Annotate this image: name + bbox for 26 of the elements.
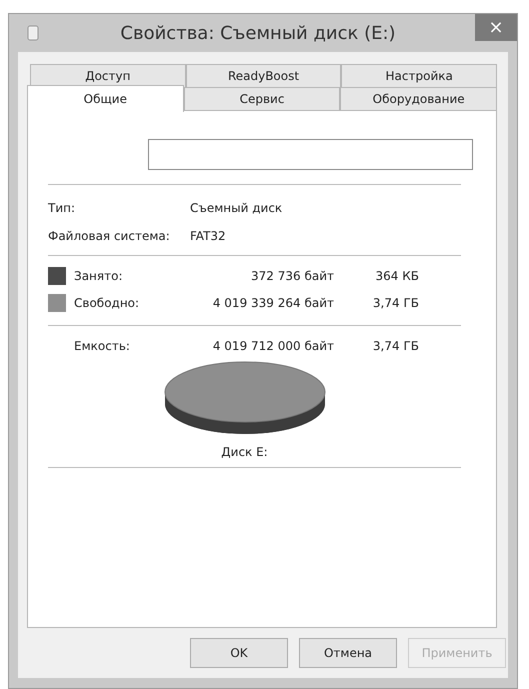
drive-icon: [27, 25, 39, 41]
tab[interactable]: Настройка: [341, 64, 498, 87]
bytes-value: 4 019 712 000 байт: [212, 339, 334, 353]
usage-label: Свободно:: [74, 296, 140, 310]
tab[interactable]: ReadyBoost: [186, 64, 342, 87]
size-value: 364 КБ: [374, 269, 419, 283]
tab[interactable]: Сервис: [184, 87, 340, 110]
property-value: Съемный диск: [190, 201, 284, 215]
size-value: 3,74 ГБ: [372, 339, 419, 353]
size-value: 3,74 ГБ: [372, 296, 419, 310]
close-button[interactable]: ×: [475, 14, 517, 41]
tab[interactable]: Оборудование: [340, 87, 498, 110]
property-label: Файловая система:: [48, 229, 171, 243]
tab[interactable]: Общие: [27, 85, 184, 112]
property-value: FAT32: [190, 229, 227, 243]
name-field[interactable]: [148, 139, 473, 170]
disk-label: Диск E:: [220, 445, 269, 459]
dialog-button[interactable]: OK: [190, 638, 288, 668]
tab[interactable]: Доступ: [30, 64, 186, 87]
property-label: Тип:: [48, 201, 76, 215]
capacity-label: Емкость:: [74, 339, 131, 353]
window-title: Свойства: Съемный диск (E:): [119, 22, 397, 44]
usage-label: Занято:: [74, 269, 124, 283]
dialog-button[interactable]: Отмена: [299, 638, 397, 668]
bytes-value: 372 736 байт: [250, 269, 334, 283]
bytes-value: 4 019 339 264 байт: [212, 296, 334, 310]
